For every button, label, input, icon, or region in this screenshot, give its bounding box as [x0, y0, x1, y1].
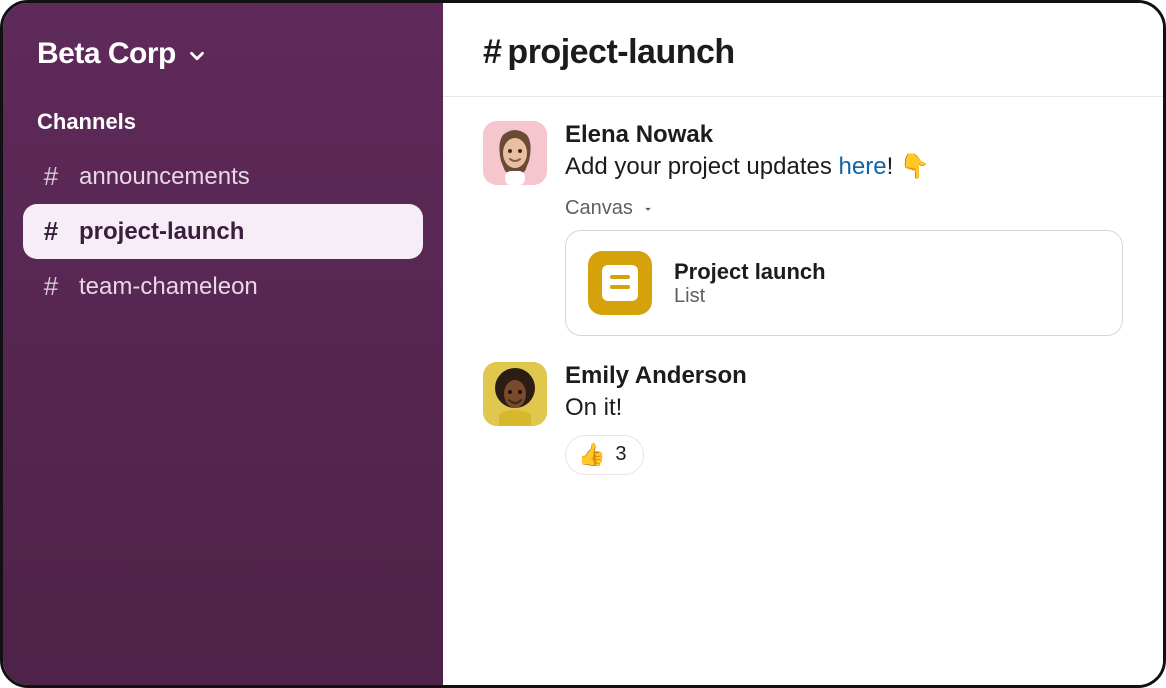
attachment-section-label: Canvas	[565, 197, 633, 220]
hash-icon: #	[39, 161, 63, 192]
caret-down-icon	[641, 202, 655, 216]
avatar-image	[483, 362, 547, 426]
channel-label: project-launch	[79, 218, 244, 246]
channel-title[interactable]: #project-launch	[483, 33, 1123, 72]
message-body: Elena Nowak Add your project updates her…	[565, 121, 1123, 336]
message-author[interactable]: Elena Nowak	[565, 121, 1123, 149]
channels-heading: Channels	[23, 89, 423, 149]
channel-label: team-chameleon	[79, 273, 258, 301]
avatar[interactable]	[483, 362, 547, 426]
list-doc-icon	[588, 251, 652, 315]
channel-header: #project-launch	[443, 3, 1163, 97]
avatar-image	[483, 121, 547, 185]
attachment-card[interactable]: Project launch List	[565, 230, 1123, 336]
message-list: Elena Nowak Add your project updates her…	[443, 97, 1163, 525]
workspace-name: Beta Corp	[37, 37, 176, 71]
message-link[interactable]: here	[839, 153, 887, 180]
reaction-row: 👍 3	[565, 435, 1123, 475]
message-author[interactable]: Emily Anderson	[565, 362, 1123, 390]
attachment-title: Project launch	[674, 259, 826, 285]
channel-name: project-launch	[507, 33, 734, 71]
channel-list: # announcements # project-launch # team-…	[23, 149, 423, 314]
main-panel: #project-launch E	[443, 3, 1163, 685]
reaction-count: 3	[615, 443, 626, 466]
attachment-subtitle: List	[674, 285, 826, 308]
channel-item-team-chameleon[interactable]: # team-chameleon	[23, 259, 423, 314]
hash-icon: #	[39, 216, 63, 247]
message-body: Emily Anderson On it! 👍 3	[565, 362, 1123, 474]
app-window: Beta Corp Channels # announcements # pro…	[0, 0, 1166, 688]
message-text: Add your project updates here! 👇	[565, 151, 1123, 183]
message: Emily Anderson On it! 👍 3	[483, 362, 1123, 474]
pointing-down-emoji: 👇	[900, 151, 930, 183]
thumbs-up-emoji: 👍	[578, 442, 605, 468]
hash-icon: #	[483, 33, 501, 71]
reaction-thumbs-up[interactable]: 👍 3	[565, 435, 644, 475]
hash-icon: #	[39, 271, 63, 302]
chevron-down-icon	[186, 45, 208, 67]
attachment-text: Project launch List	[674, 259, 826, 308]
attachment-block: Canvas Project launch List	[565, 197, 1123, 336]
channel-item-project-launch[interactable]: # project-launch	[23, 204, 423, 259]
attachment-section-toggle[interactable]: Canvas	[565, 197, 1123, 220]
sidebar: Beta Corp Channels # announcements # pro…	[3, 3, 443, 685]
message: Elena Nowak Add your project updates her…	[483, 121, 1123, 336]
channel-label: announcements	[79, 163, 250, 191]
avatar[interactable]	[483, 121, 547, 185]
channel-item-announcements[interactable]: # announcements	[23, 149, 423, 204]
message-text: On it!	[565, 392, 1123, 424]
workspace-switcher[interactable]: Beta Corp	[23, 31, 423, 89]
